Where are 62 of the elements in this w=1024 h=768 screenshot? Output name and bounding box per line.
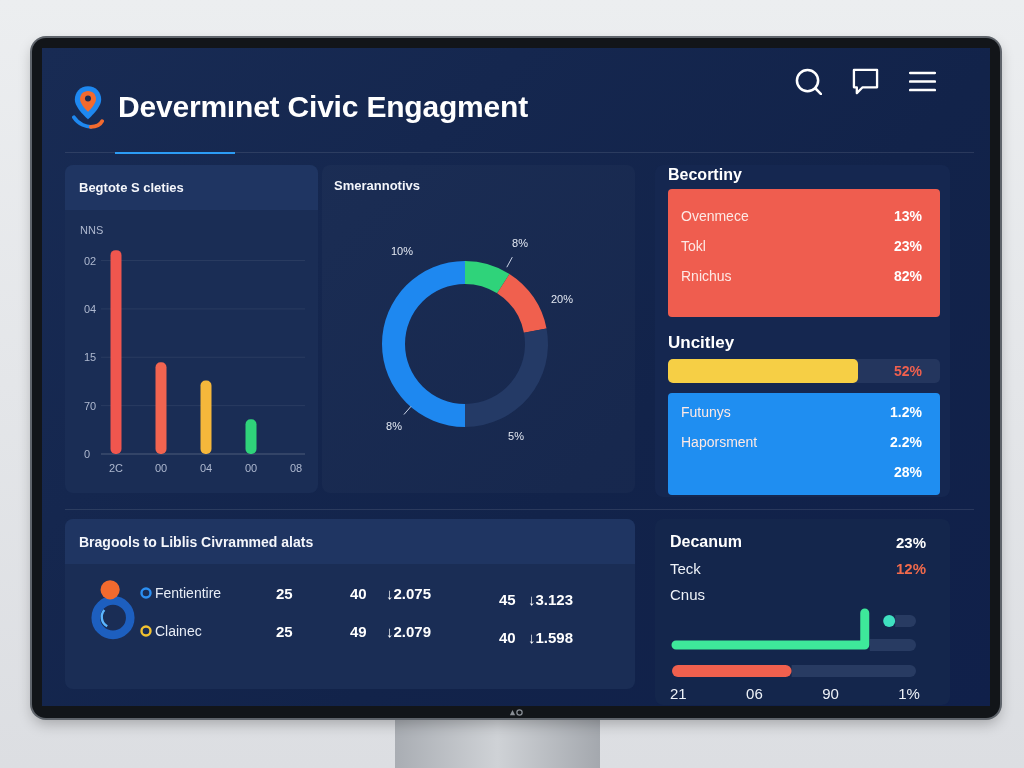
- axis-label: 2C: [108, 462, 124, 474]
- row-label: Fentientire: [155, 585, 223, 601]
- stat-label: Tokl: [681, 238, 706, 254]
- axis-label: 00: [244, 462, 258, 474]
- table-cell-text: 49: [350, 622, 368, 640]
- card-title: Begtote S cleties: [79, 180, 184, 195]
- data-label: 8%: [386, 420, 402, 432]
- axis-tick-label: 04: [84, 302, 97, 315]
- stat-label: Haporsment: [681, 434, 758, 450]
- axis-label: 08: [289, 462, 303, 474]
- search-icon[interactable]: [795, 68, 822, 95]
- stat-label: Futunys: [681, 404, 731, 420]
- panel-title: Becortiny: [668, 165, 743, 185]
- map-pin-logo-icon: [72, 85, 104, 129]
- meter-track: [869, 639, 916, 651]
- stat-value: 2.2%: [890, 434, 922, 450]
- ring-with-dot-icon: [90, 578, 136, 640]
- series-value: 12%: [895, 559, 927, 577]
- app-title: Devermınet Civic Engagment: [118, 90, 528, 124]
- table-cell-text: ↓1.598: [528, 627, 574, 646]
- axis-label: 04: [199, 462, 213, 474]
- table-cell-text: 45: [499, 589, 517, 608]
- axis-label: 06: [746, 685, 763, 703]
- section-heading: Uncitley: [668, 332, 736, 354]
- stat-label: Rnichus: [681, 268, 732, 284]
- data-label: 10%: [391, 245, 413, 257]
- progress-reading: 52%: [893, 363, 922, 379]
- stat-value: 23%: [893, 238, 922, 254]
- table-cell-text: 40: [499, 627, 517, 646]
- stat-value: 13%: [893, 208, 922, 224]
- axis-label: 1%: [898, 685, 920, 703]
- axis-title: NNS: [80, 224, 104, 236]
- data-label: 5%: [508, 430, 524, 442]
- row-label: Clainec: [155, 623, 203, 639]
- logo-icon: [509, 708, 523, 716]
- card-title: Smerannotivs: [333, 177, 421, 195]
- axis-tick-label: 15: [84, 351, 97, 364]
- axis-tick-label: 70: [84, 399, 97, 412]
- table-cell-text: 40: [350, 584, 368, 602]
- axis-label: 00: [154, 462, 168, 474]
- stat-label: Ovenmece: [681, 208, 749, 224]
- table-cell-text: ↓2.075: [386, 584, 433, 602]
- table-cell-text: 25: [276, 584, 294, 602]
- axis-label: 90: [822, 685, 839, 703]
- series-value: 23%: [895, 533, 927, 551]
- stat-value: 1.2%: [890, 404, 922, 420]
- stat-value: 28%: [893, 464, 922, 480]
- table-cell-text: ↓3.123: [528, 589, 574, 608]
- axis-label: 21: [670, 685, 687, 703]
- data-label: 8%: [512, 237, 528, 249]
- chat-icon[interactable]: [852, 68, 879, 95]
- table-cell-text: ↓2.079: [386, 622, 433, 640]
- stat-value: 82%: [893, 268, 922, 284]
- panel-title: Decanum: [670, 533, 744, 551]
- data-label: 20%: [551, 293, 573, 305]
- series-label: Cnus: [670, 585, 707, 603]
- card-title: Bragools to Liblis Civrammed alats: [79, 533, 314, 550]
- table-cell-text: 25: [276, 622, 294, 640]
- axis-tick-label: 02: [84, 254, 97, 267]
- axis-tick-label: 0: [84, 448, 91, 460]
- menu-icon[interactable]: [909, 71, 936, 92]
- series-label: Teck: [670, 559, 702, 577]
